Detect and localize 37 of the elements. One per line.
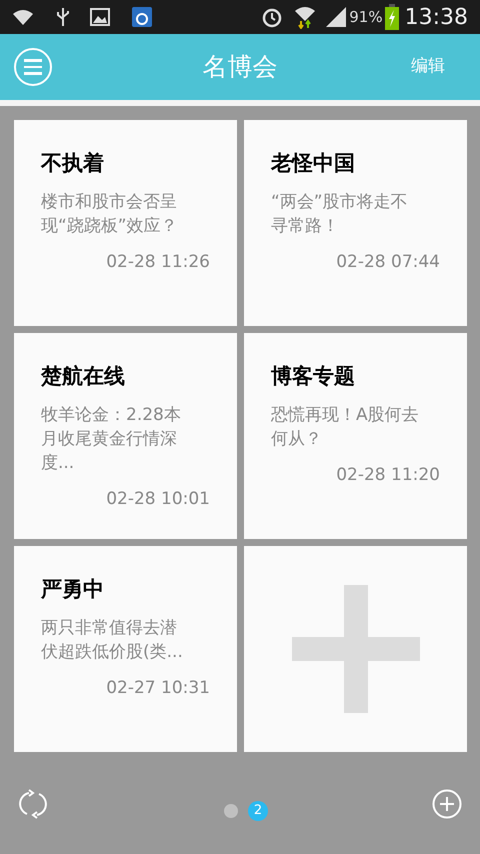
blog-card[interactable]: 严勇中 两只非常值得去潜伏超跌低价股(类... 02-27 10:31 (14, 546, 237, 752)
blog-card[interactable]: 不执着 楼市和股市会否呈现“跷跷板”效应？ 02-28 11:26 (14, 120, 237, 326)
clock: 13:38 (404, 4, 468, 32)
add-icon[interactable] (432, 789, 462, 819)
usb-icon (56, 7, 70, 27)
refresh-icon[interactable] (18, 789, 48, 819)
card-time: 02-27 10:31 (106, 677, 210, 700)
page-title: 名博会 (202, 51, 278, 84)
card-time: 02-28 07:44 (336, 251, 440, 274)
card-summary: 楼市和股市会否呈现“跷跷板”效应？ (41, 191, 179, 238)
card-title: 博客专题 (271, 363, 356, 390)
add-card[interactable] (244, 546, 467, 752)
card-time: 02-28 11:26 (106, 251, 210, 274)
image-icon (90, 8, 110, 26)
card-time: 02-28 11:20 (336, 464, 440, 487)
blog-card[interactable]: 楚航在线 牧羊论金：2.28本月收尾黄金行情深度... 02-28 10:01 (14, 333, 237, 539)
blog-card[interactable]: 老怪中国 “两会”股市将走不寻常路！ 02-28 07:44 (244, 120, 467, 326)
app-icon (132, 7, 152, 27)
card-summary: 恐慌再现！A股何去何从？ (271, 404, 420, 451)
card-title: 楚航在线 (41, 363, 126, 390)
card-title: 老怪中国 (271, 150, 356, 177)
card-summary: “两会”股市将走不寻常路！ (271, 191, 409, 238)
card-title: 不执着 (41, 150, 105, 177)
card-title: 严勇中 (41, 576, 105, 603)
card-summary: 牧羊论金：2.28本月收尾黄金行情深度... (41, 404, 182, 475)
plus-icon (292, 585, 420, 713)
card-time: 02-28 10:01 (106, 488, 210, 511)
signal-icon (325, 6, 348, 28)
wifi-icon (293, 5, 318, 29)
menu-button[interactable] (14, 48, 52, 86)
battery-percent: 91% (349, 6, 383, 28)
battery-charging-icon (384, 4, 399, 30)
alarm-icon (261, 6, 284, 28)
page-indicator[interactable] (224, 804, 238, 818)
wifi-icon (12, 8, 34, 26)
card-summary: 两只非常值得去潜伏超跌低价股(类... (41, 617, 184, 664)
blog-card[interactable]: 博客专题 恐慌再现！A股何去何从？ 02-28 11:20 (244, 333, 467, 539)
